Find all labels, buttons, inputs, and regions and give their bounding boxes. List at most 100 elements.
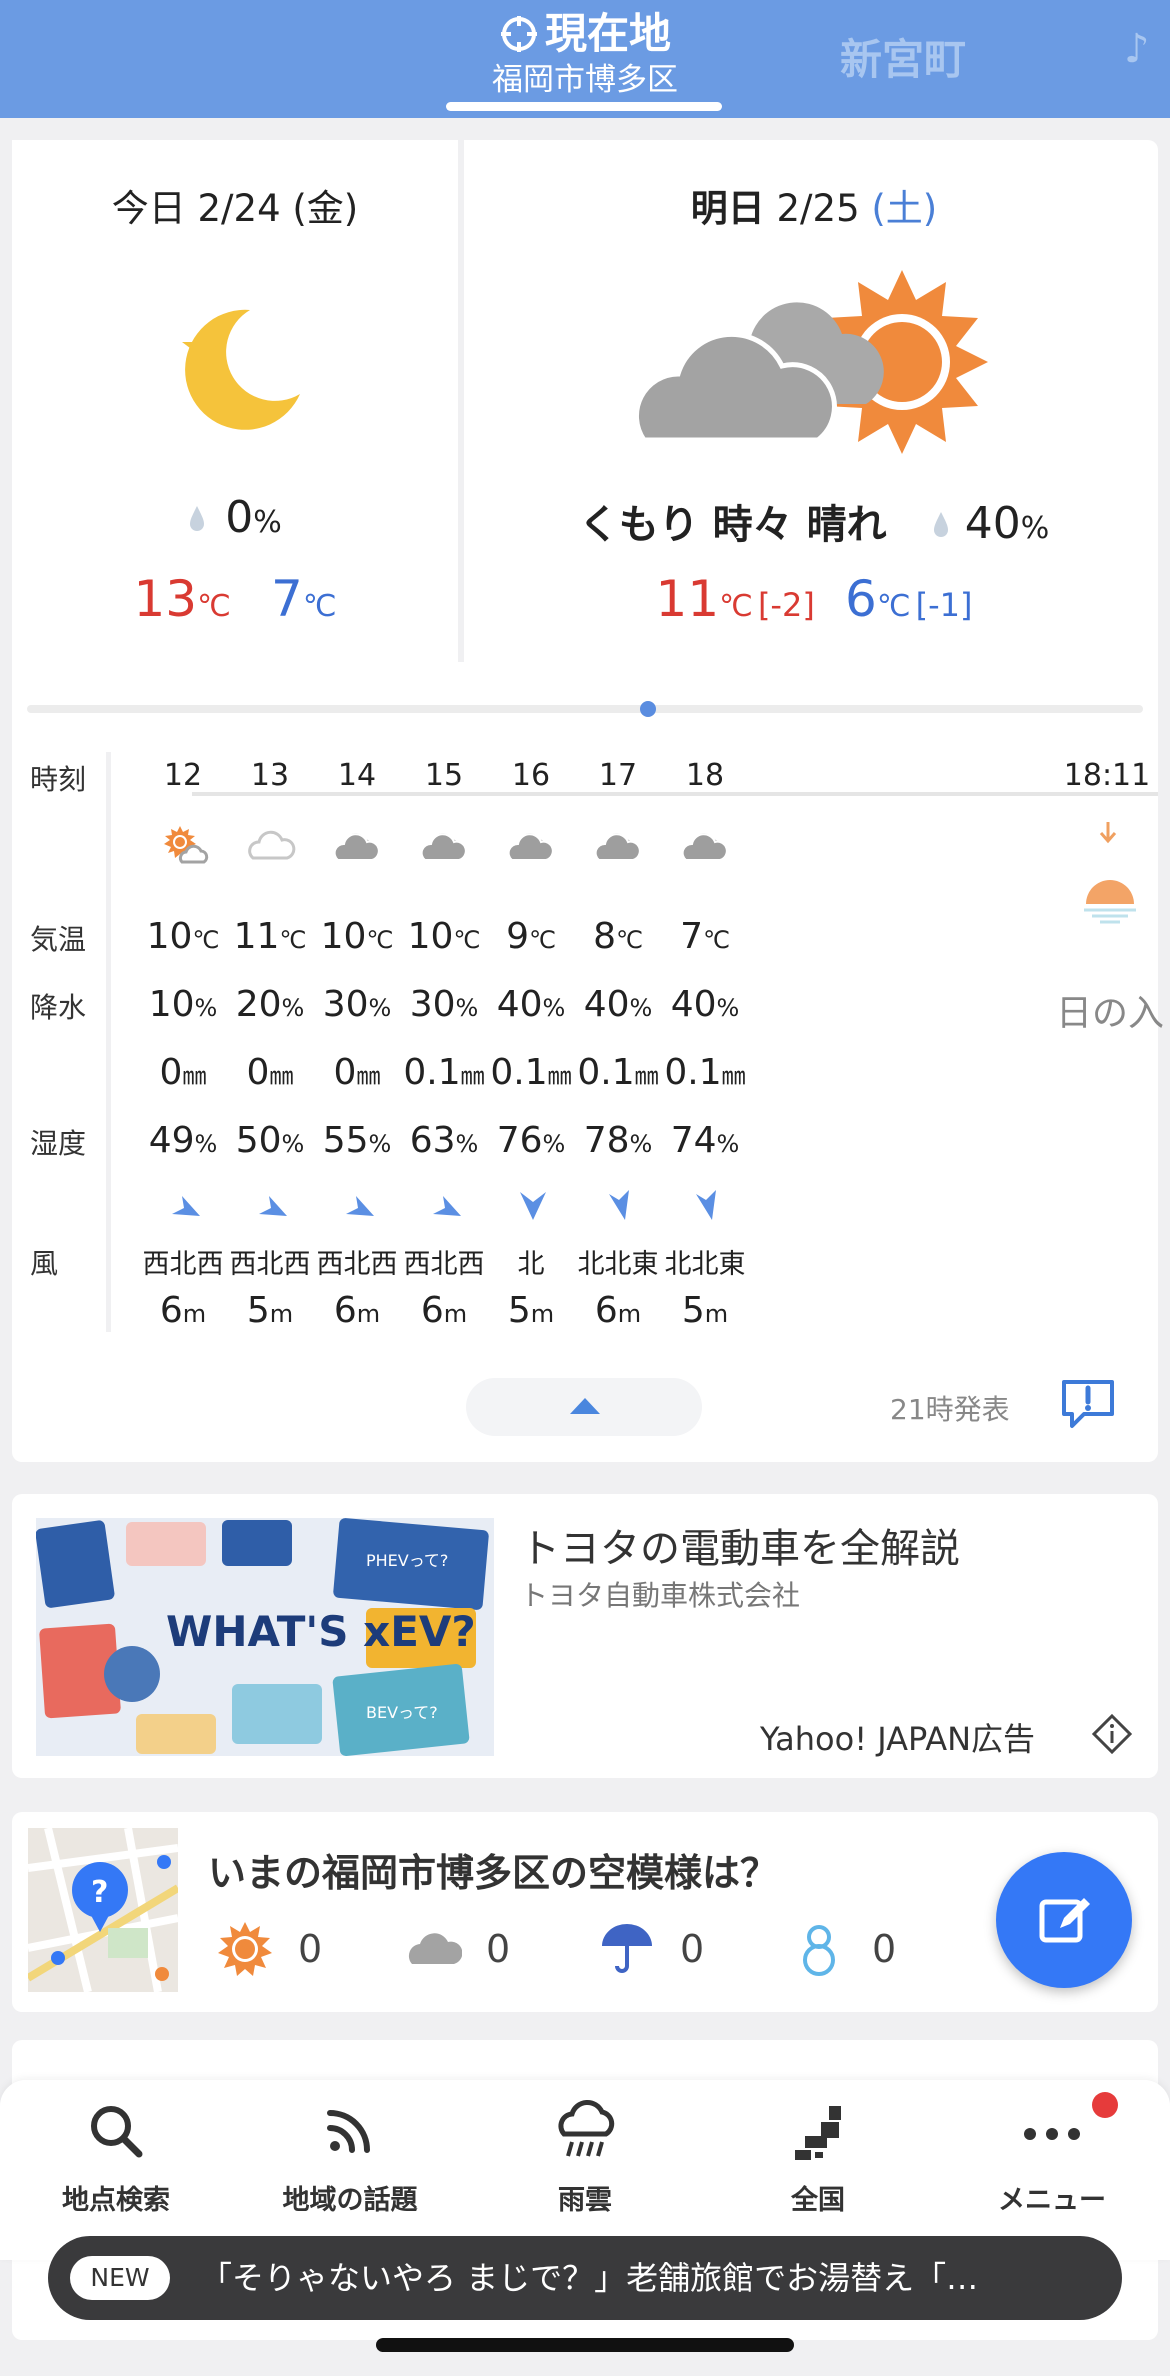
current-location-title: 現在地 xyxy=(544,9,671,58)
nav-local-topics[interactable]: 地域の話題 xyxy=(250,2096,450,2217)
sky-survey-card[interactable]: ? いまの福岡市博多区の空模様は？ 0 0 0 0 xyxy=(12,1812,1158,2012)
hour-humidity: 74% xyxy=(670,1120,740,1161)
hour-wind-direction: 北北東 xyxy=(664,1249,746,1280)
news-headline: 「そりゃないやろ まじで？」老舗旅館でお湯替え「… xyxy=(200,2259,979,2297)
wind-direction-icon xyxy=(520,1192,546,1220)
sky-survey-title: いまの福岡市博多区の空模様は？ xyxy=(208,1851,779,1895)
news-new-badge: NEW xyxy=(70,2256,170,2300)
map-thumbnail: ? xyxy=(28,1828,178,1992)
tomorrow-high-diff: [-2] xyxy=(757,586,815,624)
vote-sunny[interactable]: 0 xyxy=(216,1920,322,1978)
notification-badge xyxy=(1092,2092,1118,2118)
label-time: 時刻 xyxy=(30,763,87,796)
hourly-scroll-thumb[interactable] xyxy=(640,701,656,717)
moon-star-icon xyxy=(182,309,300,430)
today-panel[interactable]: 今日 2/24 (金) 0% 13℃ 7℃ xyxy=(12,140,464,662)
label-divider xyxy=(106,752,111,1332)
forecast-card: 今日 2/24 (金) 0% 13℃ 7℃ 明日 2/25 (土) くもり 時々… xyxy=(12,140,1164,1462)
today-precip: 0% xyxy=(12,492,458,543)
label-temp: 気温 xyxy=(30,923,87,956)
cloud-icon xyxy=(595,833,641,861)
hourly-scroll-track[interactable] xyxy=(27,705,1143,713)
vote-cloudy[interactable]: 0 xyxy=(404,1920,510,1978)
cloud-icon xyxy=(408,1933,462,1964)
sun-cloud-icon xyxy=(164,826,209,864)
feedback-icon[interactable] xyxy=(1058,1376,1118,1432)
cloud-icon xyxy=(421,833,467,861)
today-high: 13 xyxy=(133,570,198,628)
nav-search-label: 地点検索 xyxy=(62,2185,170,2216)
ad-info-icon[interactable] xyxy=(1092,1714,1132,1754)
hour-temp: 7℃ xyxy=(680,916,730,957)
tomorrow-header: 明日 2/25 (土) xyxy=(690,187,938,230)
vote-snowy[interactable]: 0 xyxy=(790,1920,896,1978)
tomorrow-low-diff: [-1] xyxy=(915,586,973,624)
vote-rainy[interactable]: 0 xyxy=(598,1920,704,1978)
hour-precip-prob: 40% xyxy=(670,984,740,1025)
vote-sunny-count: 0 xyxy=(298,1927,323,1971)
nav-nationwide-label: 全国 xyxy=(791,2185,845,2216)
today-temps: 13℃ 7℃ xyxy=(133,570,337,628)
row-labels: 時刻 気温 降水 湿度 風 xyxy=(12,736,106,1336)
hourly-forecast-table[interactable]: 時刻 気温 降水 湿度 風 12 10℃ 10% 0㎜ 49% 西北西 6m 13 11℃ 20%… xyxy=(12,736,1164,1346)
ad-title[interactable]: トヨタの電動車を全解説 xyxy=(520,1516,960,1574)
svg-text:WHAT'S xEV?: WHAT'S xEV? xyxy=(166,1607,476,1656)
hour-precip-mm: 0.1㎜ xyxy=(664,1052,746,1093)
chevron-up-icon xyxy=(570,1398,600,1414)
wind-direction-icon xyxy=(346,1196,374,1216)
today-header: 今日 2/24 (金) xyxy=(111,187,359,230)
wind-direction-icon xyxy=(609,1190,629,1220)
issued-time: 21時発表 xyxy=(890,1393,1010,1426)
nav-rain-cloud-label: 雨雲 xyxy=(558,2185,612,2216)
ad-illustration: WHAT'S xEV? PHEVって? BEVって? xyxy=(36,1518,494,1756)
ad-card[interactable]: WHAT'S xEV? PHEVって? BEVって? トヨタの電動車を全解説 ト… xyxy=(12,1494,1158,1778)
tomorrow-summary: くもり 時々 晴れ 40% xyxy=(578,498,1050,549)
current-location-area: 福岡市博多区 xyxy=(492,62,678,98)
collapse-button[interactable] xyxy=(466,1378,702,1436)
search-icon xyxy=(91,2106,143,2158)
active-tab-indicator xyxy=(446,102,722,111)
label-precip: 降水 xyxy=(30,991,87,1024)
tab-partial[interactable]: ♪ xyxy=(1124,26,1150,72)
nav-menu-label: メニュー xyxy=(998,2185,1106,2216)
sun-icon xyxy=(218,1922,272,1976)
news-ticker[interactable]: NEW 「そりゃないやろ まじで？」老舗旅館でお湯替え「… xyxy=(48,2236,1122,2320)
rain-cloud-icon xyxy=(558,2100,615,2157)
label-humidity: 湿度 xyxy=(30,1127,87,1160)
tomorrow-panel[interactable]: 明日 2/25 (土) くもり 時々 晴れ 40% 11℃ [-2] 6℃ [-… xyxy=(470,140,1158,662)
vote-rainy-count: 0 xyxy=(680,1927,705,1971)
sunset-label: 日の入 xyxy=(1056,993,1165,1034)
wind-direction-icon xyxy=(696,1190,716,1220)
home-indicator xyxy=(376,2338,794,2352)
ad-advertiser: トヨタ自動車株式会社 xyxy=(520,1579,801,1612)
light-cloud-icon xyxy=(248,830,296,860)
tomorrow-weather-text: くもり 時々 晴れ xyxy=(578,502,887,548)
cloud-icon xyxy=(334,833,380,861)
more-dots-icon xyxy=(1024,2128,1080,2140)
japan-map-icon xyxy=(795,2106,841,2160)
raindrop-icon xyxy=(933,512,948,537)
label-wind: 風 xyxy=(30,1247,59,1280)
nav-rain-cloud[interactable]: 雨雲 xyxy=(485,2096,685,2217)
wind-direction-icon xyxy=(433,1196,461,1216)
feed-icon xyxy=(327,2110,370,2153)
down-arrow-icon xyxy=(1099,822,1117,844)
ad-image[interactable]: WHAT'S xEV? PHEVって? BEVって? xyxy=(36,1518,494,1756)
cloud-icon xyxy=(682,833,728,861)
tomorrow-low: 6 xyxy=(845,570,877,628)
nav-nationwide[interactable]: 全国 xyxy=(718,2096,918,2217)
nav-search[interactable]: 地点検索 xyxy=(16,2096,216,2217)
hour-label: 18 xyxy=(685,758,725,793)
vote-cloudy-count: 0 xyxy=(486,1927,511,1971)
tab-shingu[interactable]: 新宮町 xyxy=(840,26,966,87)
nav-local-topics-label: 地域の話題 xyxy=(282,2185,418,2216)
sunset-icon xyxy=(1084,880,1136,924)
edit-icon xyxy=(1039,1898,1090,1943)
crosshair-icon xyxy=(500,16,537,52)
compose-button[interactable] xyxy=(996,1852,1132,1988)
wind-direction-icon xyxy=(172,1196,200,1216)
nav-menu[interactable]: メニュー xyxy=(952,2096,1152,2217)
tab-current-location[interactable]: 現在地 福岡市博多区 xyxy=(440,8,730,100)
svg-text:?: ? xyxy=(91,1875,108,1910)
wind-direction-icon xyxy=(259,1196,287,1216)
